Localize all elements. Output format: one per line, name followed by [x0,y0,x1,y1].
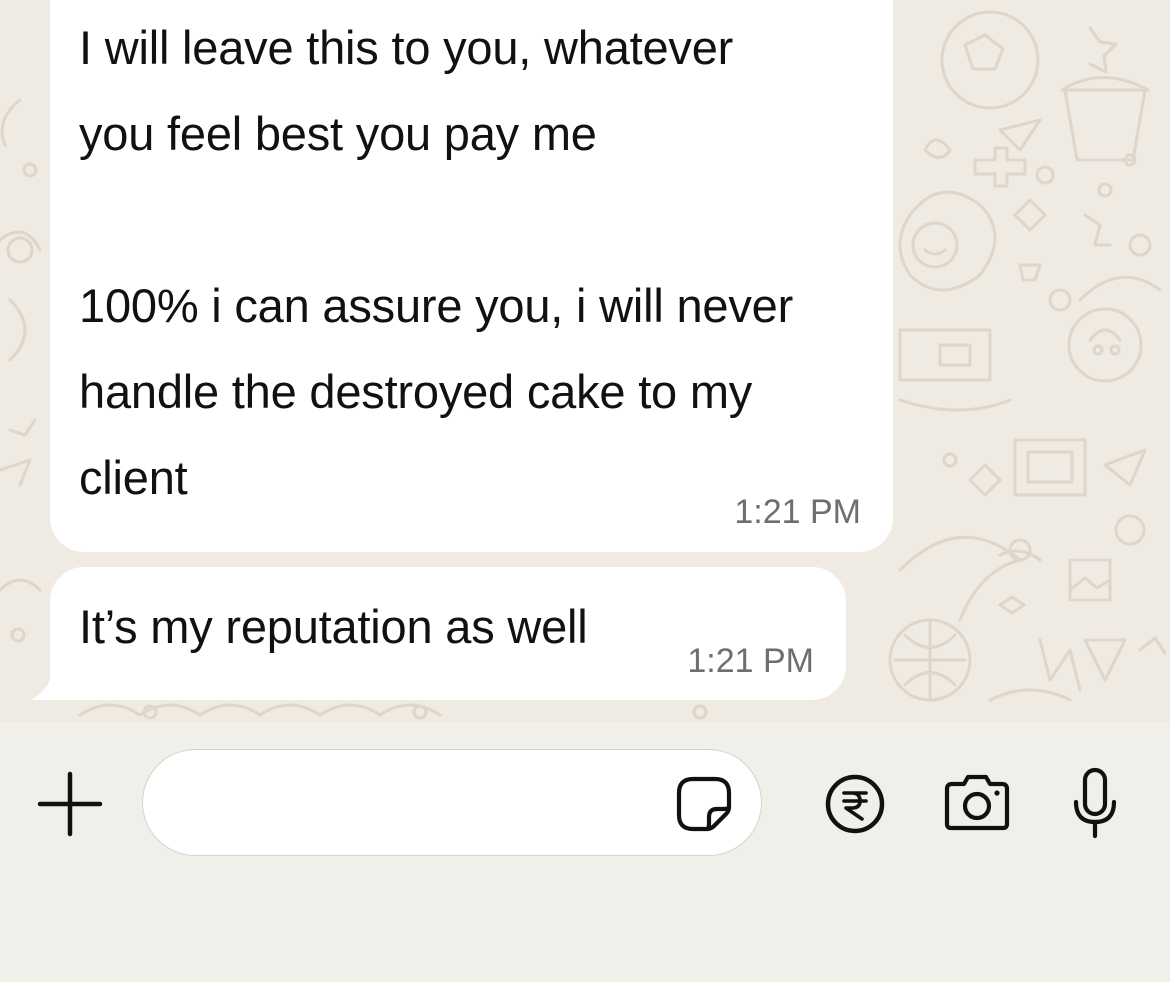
message-bubble-received[interactable]: I will leave this to you, whatever you f… [50,0,893,552]
message-timestamp: 1:21 PM [687,642,814,680]
message-text-line: client [79,451,188,504]
microphone-icon [1073,767,1117,839]
attach-button[interactable] [36,770,104,838]
camera-button[interactable] [937,764,1017,844]
voice-message-button[interactable] [1055,764,1135,844]
message-input[interactable] [183,770,667,836]
chat-area[interactable]: I will leave this to you, whatever you f… [0,0,1170,722]
plus-icon [37,771,103,837]
message-text-line: I will leave this to you, whatever [79,21,734,74]
message-text-line: 100% i can assure you, i will never [79,279,794,332]
camera-icon [944,774,1010,831]
message-input-field[interactable] [142,749,762,856]
payment-button[interactable] [815,764,895,844]
message-timestamp: 1:21 PM [734,493,861,531]
message-text-line: you feel best you pay me [79,107,597,160]
message-bubble-received[interactable]: It’s my reputation as well 1:21 PM [50,567,846,700]
sticker-button[interactable] [673,773,735,835]
sticker-icon [676,776,732,832]
message-text-line: It’s my reputation as well [79,600,588,653]
message-text-line: handle the destroyed cake to my [79,365,753,418]
rupee-icon [825,774,885,834]
